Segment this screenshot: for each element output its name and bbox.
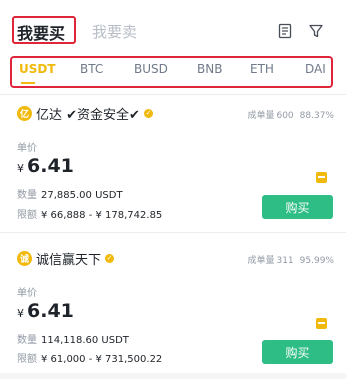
- tab-buy[interactable]: 我要买: [17, 20, 65, 44]
- limit-label: 限额: [17, 354, 37, 365]
- orders-count: 600: [276, 111, 294, 121]
- merchant-name[interactable]: 亿达 ✔资金安全✔: [36, 104, 140, 123]
- merchant-name[interactable]: 诚信赢天下: [36, 249, 101, 268]
- price: ¥6.41: [17, 300, 74, 322]
- tab-sell[interactable]: 我要卖: [92, 21, 137, 42]
- quantity-label: 数量: [17, 190, 37, 201]
- divider: [0, 94, 346, 95]
- payment-method-icon: [316, 318, 327, 329]
- limit-value: ¥ 61,000 - ¥ 731,500.22: [41, 354, 163, 365]
- orders-count: 311: [276, 256, 294, 266]
- buy-button[interactable]: 购买: [262, 340, 333, 364]
- verified-icon: ✓: [143, 108, 153, 118]
- tab-bnb[interactable]: BNB: [197, 62, 222, 76]
- filter-icon[interactable]: [308, 23, 324, 39]
- quantity-row: 数量 114,118.60 USDT: [17, 331, 129, 346]
- tab-busd[interactable]: BUSD: [134, 62, 168, 76]
- quantity-row: 数量 27,885.00 USDT: [17, 186, 123, 201]
- merchant-row[interactable]: 亿 亿达 ✔资金安全✔ ✓: [17, 103, 153, 123]
- orders-label: 成单量: [247, 256, 275, 266]
- limit-row: 限额 ¥ 61,000 - ¥ 731,500.22: [17, 350, 162, 365]
- currency-symbol: ¥: [17, 162, 24, 175]
- quantity-label: 数量: [17, 335, 37, 346]
- tab-btc[interactable]: BTC: [80, 62, 103, 76]
- currency-symbol: ¥: [17, 307, 24, 320]
- limit-value: ¥ 66,888 - ¥ 178,742.85: [41, 210, 163, 221]
- payment-method-icon: [316, 172, 327, 183]
- trade-header: 我要买 我要卖: [0, 0, 346, 50]
- tab-dai[interactable]: DAI: [305, 62, 326, 76]
- active-tab-indicator: [21, 82, 35, 84]
- orders-icon[interactable]: [277, 23, 293, 39]
- merchant-stats: 成单量 311 95.99%: [241, 253, 334, 266]
- orders-label: 成单量: [247, 111, 275, 121]
- quantity-value: 114,118.60 USDT: [41, 335, 129, 346]
- coin-tabs-highlight: [10, 56, 333, 88]
- price-label: 单价: [17, 143, 37, 154]
- merchant-stats: 成单量 600 88.37%: [241, 108, 334, 121]
- price-label: 单价: [17, 288, 37, 299]
- tab-eth[interactable]: ETH: [250, 62, 274, 76]
- merchant-avatar: 亿: [17, 105, 32, 121]
- limit-label: 限额: [17, 210, 37, 221]
- price: ¥6.41: [17, 155, 74, 177]
- buy-button[interactable]: 购买: [262, 195, 333, 219]
- price-value: 6.41: [27, 155, 74, 177]
- completion-rate: 88.37%: [299, 111, 334, 121]
- divider: [0, 232, 346, 233]
- list-bottom-edge: [0, 373, 346, 379]
- quantity-value: 27,885.00 USDT: [41, 190, 123, 201]
- limit-row: 限额 ¥ 66,888 - ¥ 178,742.85: [17, 206, 162, 221]
- verified-icon: ✓: [105, 253, 115, 263]
- tab-usdt[interactable]: USDT: [19, 62, 56, 76]
- merchant-avatar: 诚: [17, 250, 32, 266]
- merchant-row[interactable]: 诚 诚信赢天下 ✓: [17, 248, 115, 268]
- completion-rate: 95.99%: [299, 256, 334, 266]
- price-value: 6.41: [27, 300, 74, 322]
